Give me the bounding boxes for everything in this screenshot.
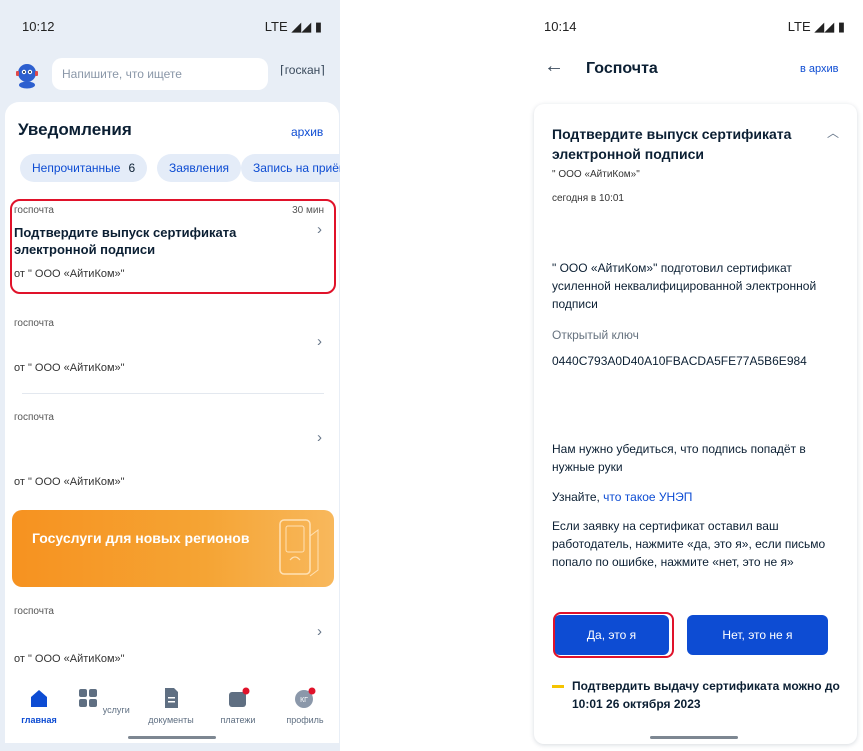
home-icon: [31, 690, 47, 707]
chevron-up-icon[interactable]: ︿: [827, 124, 839, 141]
message-intro: " ООО «АйтиКом»" подготовил сертификат у…: [552, 261, 817, 311]
message-title: Подтвердите выпуск сертификата электронн…: [552, 126, 792, 162]
chip-unread[interactable]: Непрочитанные 6: [20, 154, 148, 182]
signal-indicator: LTE ◢◢ ▮: [264, 19, 322, 34]
chevron-right-icon: ›: [317, 623, 322, 640]
assistant-robot-icon[interactable]: [12, 60, 42, 90]
tab-home[interactable]: главная: [9, 687, 69, 725]
notifications-screen: 10:12 LTE ◢◢ ▮ Напишите, что ищете ⌈госк…: [0, 0, 340, 751]
deadline-marker: [552, 685, 564, 688]
notification-from: от " ООО «АйтиКом»": [14, 362, 125, 374]
device-illustration-icon: [279, 519, 319, 577]
tab-label: документы: [148, 715, 194, 725]
back-arrow-icon[interactable]: ←: [544, 55, 564, 78]
deadline-notice: Подтвердить выдачу сертификата можно до …: [552, 677, 852, 713]
notification-source: госпочта: [14, 412, 54, 423]
tab-services[interactable]: услуги: [73, 687, 133, 715]
tab-label: главная: [21, 715, 57, 725]
bottom-tab-bar: главная услуги документы платежи КГ проф…: [5, 683, 339, 743]
notification-item[interactable]: госпочта от " ООО «АйтиКом»" ›: [14, 318, 334, 378]
goskan-label: госкан: [284, 63, 321, 77]
search-input[interactable]: Напишите, что ищете: [52, 58, 268, 90]
page-title: Госпочта: [586, 60, 658, 77]
notification-item[interactable]: госпочта от " ООО «АйтиКом»" ›: [14, 606, 334, 666]
no-its-not-me-button[interactable]: Нет, это не я: [687, 615, 828, 655]
public-key-label: Открытый ключ: [552, 328, 639, 342]
notification-from: от " ООО «АйтиКом»": [14, 653, 125, 665]
highlight-frame: [553, 612, 674, 658]
document-icon: [165, 688, 178, 708]
page-title: Уведомления: [18, 120, 132, 139]
signal-indicator: LTE ◢◢ ▮: [787, 19, 845, 34]
notification-item[interactable]: госпочта от " ООО «АйтиКом»" ›: [14, 412, 334, 490]
learn-more-line: Узнайте, что такое УНЭП: [552, 488, 842, 506]
wallet-icon: [229, 687, 250, 707]
tab-label: услуги: [102, 705, 130, 715]
chevron-right-icon: ›: [317, 333, 322, 350]
avatar-icon: КГ: [295, 687, 316, 708]
banner-text: Госуслуги для новых регионов: [32, 530, 250, 546]
status-time: 10:12: [22, 19, 55, 34]
grid-icon: [79, 689, 98, 707]
public-key-value: 0440C793A0D40A10FBACDA5FE77A5B6E984: [552, 354, 807, 368]
status-bar: 10:14 LTE ◢◢ ▮: [522, 0, 863, 50]
status-bar: 10:12 LTE ◢◢ ▮: [0, 0, 340, 50]
message-sender: " ООО «АйтиКом»": [552, 169, 640, 180]
message-screen: 10:14 LTE ◢◢ ▮ ← Госпочта в архив Подтве…: [522, 0, 863, 751]
message-date: сегодня в 10:01: [552, 193, 624, 204]
what-is-unep-link[interactable]: что такое УНЭП: [603, 490, 692, 504]
tab-documents[interactable]: документы: [141, 687, 201, 725]
tab-payments[interactable]: платежи: [208, 687, 268, 725]
tab-label: профиль: [286, 715, 324, 725]
verify-text: Нам нужно убедиться, что подпись попадёт…: [552, 442, 806, 474]
home-indicator: [128, 736, 216, 739]
move-to-archive-link[interactable]: в архив: [800, 63, 839, 75]
chip-unread-label: Непрочитанные: [32, 161, 121, 175]
chip-appointment[interactable]: Запись на приём: [241, 154, 340, 182]
archive-link[interactable]: архив: [291, 125, 323, 139]
avatar-initials: КГ: [300, 697, 308, 704]
new-regions-banner[interactable]: Госуслуги для новых регионов: [12, 510, 334, 587]
chip-applications[interactable]: Заявления: [157, 154, 242, 182]
tab-label: платежи: [220, 715, 256, 725]
home-indicator: [650, 736, 738, 739]
status-time: 10:14: [544, 19, 577, 34]
notification-source: госпочта: [14, 606, 54, 617]
chip-unread-count: 6: [128, 161, 136, 175]
highlight-frame: [10, 199, 336, 294]
notification-source: госпочта: [14, 318, 54, 329]
deadline-text: Подтвердить выдачу сертификата можно до …: [572, 679, 840, 711]
instructions-text: Если заявку на сертификат оставил ваш ра…: [552, 519, 826, 569]
tab-profile[interactable]: КГ профиль: [275, 687, 335, 725]
goskan-button[interactable]: ⌈госкан⌉: [280, 63, 325, 77]
learn-more-prefix: Узнайте,: [552, 490, 604, 504]
chevron-right-icon: ›: [317, 429, 322, 446]
notification-from: от " ООО «АйтиКом»": [14, 476, 125, 488]
divider: [22, 393, 324, 394]
